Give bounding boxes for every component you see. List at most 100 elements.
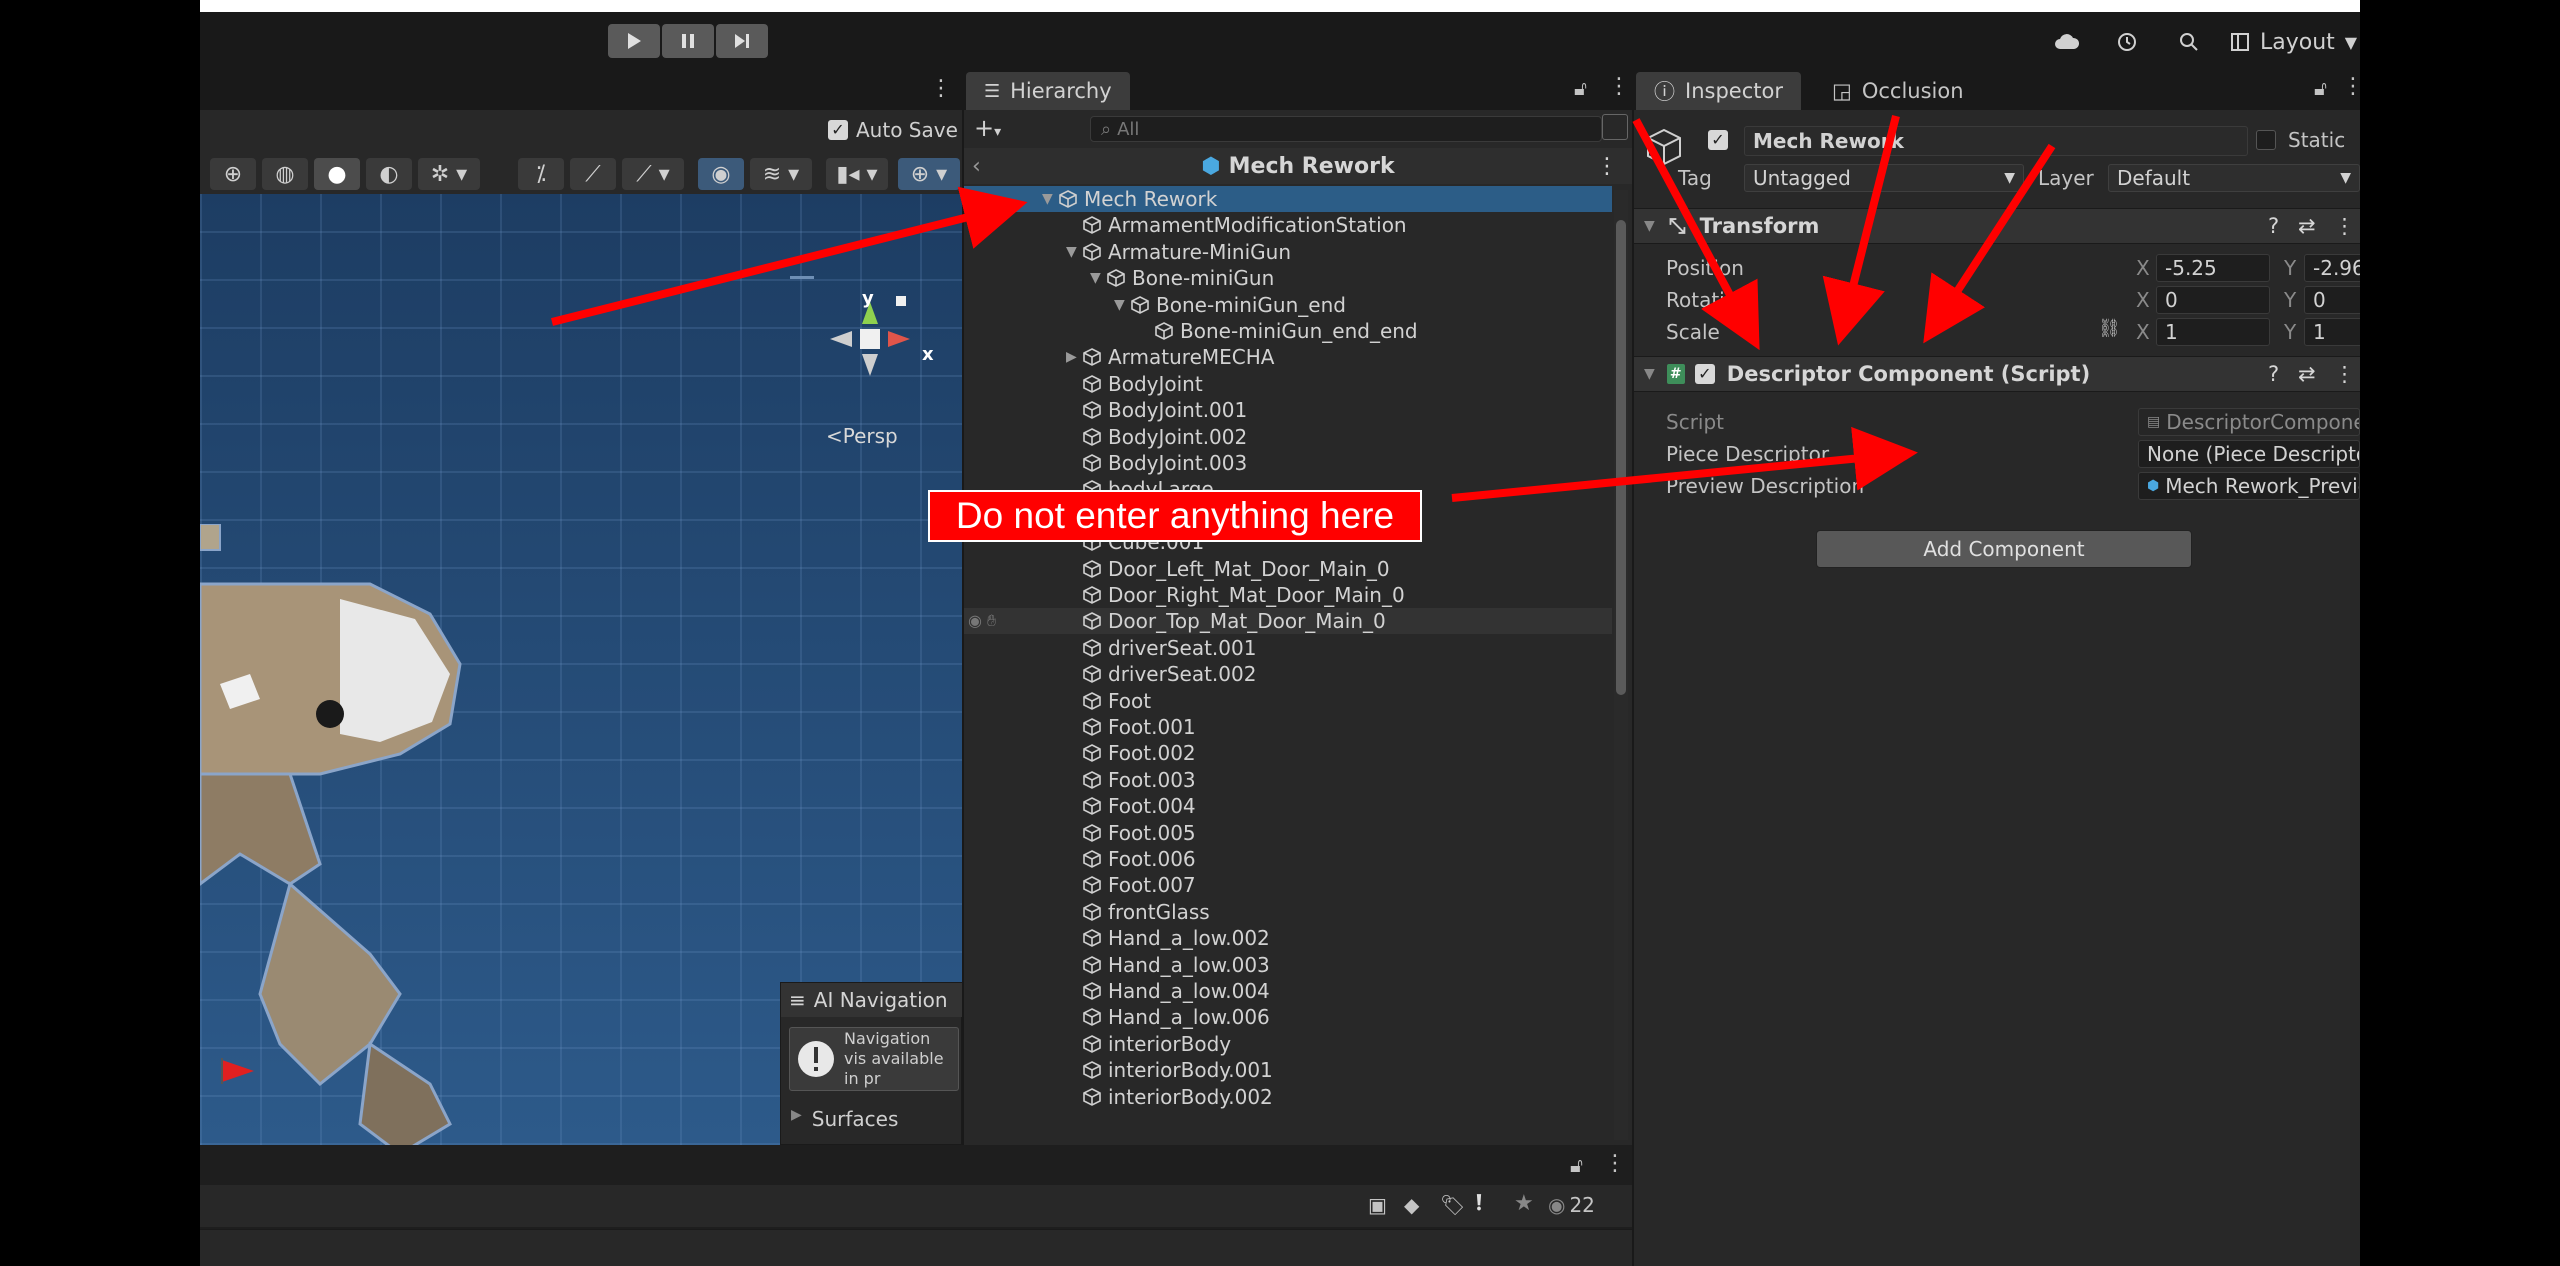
hidden-count[interactable]: ◉ 22 (1548, 1193, 1595, 1217)
active-checkbox[interactable]: ✓ (1708, 130, 1728, 150)
tab-hierarchy[interactable]: ☰ Hierarchy (966, 72, 1130, 110)
hierarchy-item[interactable]: Foot.001 (964, 714, 1612, 740)
hierarchy-scrollbar[interactable] (1614, 190, 1628, 1140)
hierarchy-item[interactable]: ArmamentModificationStation (964, 212, 1612, 238)
hierarchy-item[interactable]: frontGlass (964, 899, 1612, 925)
hierarchy-item[interactable]: Hand_a_low.006 (964, 1004, 1612, 1030)
more-menu-icon[interactable]: ⋮ (2334, 362, 2355, 386)
search-button[interactable] (2178, 26, 2200, 58)
rotation-x-field[interactable]: 0 (2156, 286, 2270, 314)
more-menu-icon[interactable]: ⋮ (1604, 1151, 1626, 1176)
more-menu-icon[interactable]: ⋮ (1596, 154, 1618, 179)
audio-toggle[interactable]: ⟋ (570, 158, 616, 190)
help-icon[interactable]: ? (2268, 362, 2279, 386)
shaded-button[interactable]: ● (314, 158, 360, 190)
hierarchy-item[interactable]: Foot.007 (964, 872, 1612, 898)
visibility-toggle[interactable]: ◉ (698, 158, 744, 190)
preset-icon[interactable]: ⇄ (2298, 214, 2316, 238)
hierarchy-item[interactable]: interiorBody.001 (964, 1057, 1612, 1083)
star-icon[interactable]: ★ (1514, 1191, 1534, 1216)
help-icon[interactable]: ? (2268, 214, 2279, 238)
hierarchy-item[interactable]: Hand_a_low.002 (964, 925, 1612, 951)
scale-y-field[interactable]: 1 (2304, 318, 2360, 346)
wireframe-button[interactable]: ◐ (366, 158, 412, 190)
ai-navigation-header[interactable]: ≡ AI Navigation (781, 983, 962, 1017)
preview-description-field[interactable]: ⬢ Mech Rework_Preview (Preview Descrip (2138, 472, 2360, 500)
more-menu-icon[interactable]: ⋮ (2342, 74, 2360, 99)
effects-toggle[interactable]: ⟋ ▾ (622, 158, 684, 190)
visibility-picking-icon[interactable]: ◉ ✋︎ (968, 611, 996, 631)
more-menu-icon[interactable]: ⋮ (2334, 214, 2355, 238)
hierarchy-item[interactable]: Door_Right_Mat_Door_Main_0 (964, 582, 1612, 608)
camera-dropdown[interactable]: ▮◂ ▾ (826, 158, 888, 190)
position-y-field[interactable]: -2.96 (2304, 254, 2360, 282)
hierarchy-search-input[interactable]: ⌕ All (1090, 116, 1602, 142)
scene-header[interactable]: ‹ ⬢ Mech Rework ⋮ (964, 148, 1632, 184)
hierarchy-item[interactable]: Hand_a_low.003 (964, 952, 1612, 978)
component-enabled-checkbox[interactable]: ✓ (1694, 364, 1715, 384)
hierarchy-item[interactable]: BodyJoint (964, 371, 1612, 397)
hierarchy-item[interactable]: Foot.005 (964, 820, 1612, 846)
rotation-y-field[interactable]: 0 (2304, 286, 2360, 314)
tab-inspector[interactable]: ⓘ Inspector (1636, 72, 1801, 110)
hierarchy-item[interactable]: ▼ Bone-miniGun_end (964, 292, 1612, 318)
lock-icon[interactable]: 🔓︎ (1574, 76, 1587, 100)
position-x-field[interactable]: -5.25 (2156, 254, 2270, 282)
hierarchy-item[interactable]: driverSeat.001 (964, 635, 1612, 661)
hierarchy-item[interactable]: Bone-miniGun_end_end (964, 318, 1612, 344)
more-menu-icon[interactable]: ⋮ (930, 76, 952, 101)
search-by-type-icon[interactable]: ▣ (1368, 1193, 1387, 1217)
hierarchy-item[interactable]: ▼ Bone-miniGun (964, 265, 1612, 291)
add-component-button[interactable]: Add Component (1816, 530, 2192, 568)
gizmos-dropdown[interactable]: ⊕ ▾ (898, 158, 960, 190)
scrollbar-thumb[interactable] (1616, 220, 1626, 695)
constrain-proportions-icon[interactable]: ⛓︎ (2098, 318, 2121, 339)
scene-search-button[interactable] (1602, 114, 1628, 140)
hierarchy-item[interactable]: Foot.002 (964, 740, 1612, 766)
hierarchy-item[interactable]: interiorBody (964, 1031, 1612, 1057)
static-checkbox[interactable] (2256, 130, 2276, 150)
gizmo-sphere-button[interactable]: ⊕ (210, 158, 256, 190)
create-button[interactable]: +▾ (974, 114, 1001, 142)
object-name-field[interactable]: Mech Rework (1744, 126, 2248, 156)
hierarchy-item[interactable]: BodyJoint.002 (964, 424, 1612, 450)
hierarchy-item[interactable]: Hand_a_low.004 (964, 978, 1612, 1004)
expand-arrow-icon[interactable]: ▼ (1066, 244, 1082, 260)
lock-icon[interactable]: 🔓︎ (2314, 76, 2327, 100)
cloud-button[interactable] (2054, 26, 2080, 58)
hierarchy-item[interactable]: BodyJoint.001 (964, 397, 1612, 423)
scale-x-field[interactable]: 1 (2156, 318, 2270, 346)
hierarchy-item[interactable]: ▼ Armature-MiniGun (964, 239, 1612, 265)
pause-button[interactable] (662, 24, 714, 58)
debug-draw-button[interactable]: ✲ ▾ (418, 158, 480, 190)
persp-toggle[interactable]: <Persp (826, 424, 898, 448)
gizmo-globe-button[interactable]: ◍ (262, 158, 308, 190)
hierarchy-item[interactable]: ▼ Mech Rework (964, 186, 1612, 212)
hierarchy-item[interactable]: Foot (964, 688, 1612, 714)
transform-header[interactable]: ▼ ⤡ Transform ? ⇄ ⋮ (1634, 208, 2360, 244)
preset-icon[interactable]: ⇄ (2298, 362, 2316, 386)
more-menu-icon[interactable]: ⋮ (1608, 74, 1630, 99)
hierarchy-item[interactable]: Foot.006 (964, 846, 1612, 872)
mech-model[interactable] (200, 524, 680, 1145)
expand-arrow-icon[interactable]: ▼ (1042, 191, 1058, 207)
hierarchy-item[interactable]: interiorBody.002 (964, 1084, 1612, 1110)
hierarchy-item[interactable]: Foot.004 (964, 793, 1612, 819)
hierarchy-item[interactable]: BodyJoint.003 (964, 450, 1612, 476)
hierarchy-item[interactable]: Door_Top_Mat_Door_Main_0 ◉ ✋︎ (964, 608, 1612, 635)
step-button[interactable] (716, 24, 768, 58)
tag-dropdown[interactable]: Untagged ▼ (1744, 164, 2024, 192)
descriptor-component-header[interactable]: ▼ # ✓ Descriptor Component (Script) ? ⇄ … (1634, 356, 2360, 392)
expand-arrow-icon[interactable]: ▼ (1090, 270, 1106, 286)
piece-descriptor-field[interactable]: None (Piece Descriptor) (2138, 440, 2360, 468)
warning-icon[interactable]: ❗︎ (1476, 1191, 1482, 1216)
hierarchy-item[interactable]: Door_Left_Mat_Door_Main_0 (964, 556, 1612, 582)
lighting-toggle[interactable]: ⁒ (518, 158, 564, 190)
layout-dropdown[interactable]: Layout ▼ (2230, 26, 2357, 58)
collapse-arrow-icon[interactable]: ▶ (1066, 349, 1082, 365)
history-button[interactable] (2116, 26, 2138, 58)
drag-handle[interactable] (790, 276, 814, 279)
back-chevron-icon[interactable]: ‹ (972, 154, 981, 179)
hierarchy-item[interactable]: ▶ ArmatureMECHA (964, 344, 1612, 370)
layers-dropdown[interactable]: ≋ ▾ (750, 158, 812, 190)
